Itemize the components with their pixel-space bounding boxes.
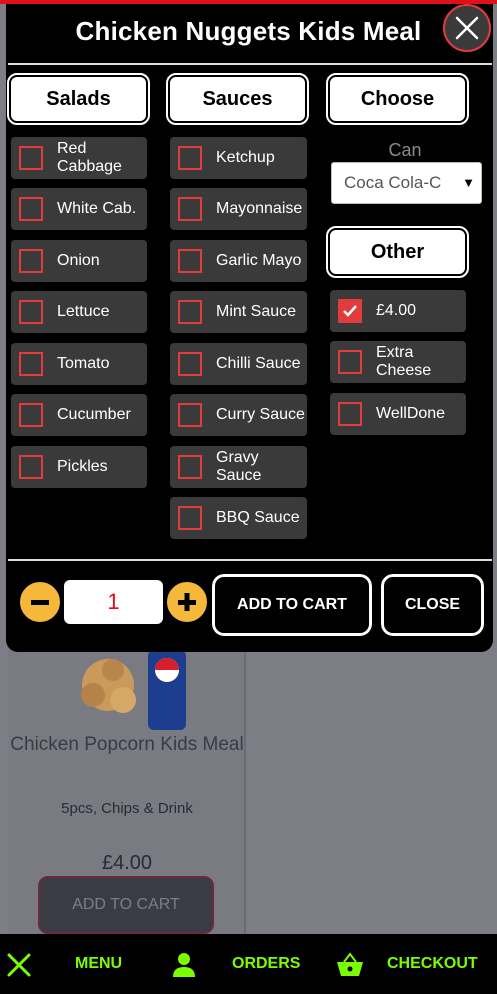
checkbox[interactable] <box>178 146 202 170</box>
checkbox[interactable] <box>338 350 362 374</box>
salad-option[interactable]: Lettuce <box>11 291 147 333</box>
checkbox[interactable] <box>19 300 43 324</box>
close-button[interactable]: CLOSE <box>379 572 486 638</box>
sauce-option[interactable]: Gravy Sauce <box>170 446 307 488</box>
option-label: WellDone <box>376 405 446 422</box>
salad-option[interactable]: Tomato <box>11 343 147 385</box>
can-label: Can <box>388 140 422 160</box>
checkbox[interactable] <box>19 455 43 479</box>
decrease-quantity-button[interactable] <box>18 580 62 624</box>
dropdown-arrow-icon: ▼ <box>462 175 475 190</box>
product-price: £4.00 <box>101 852 153 874</box>
checkbox-checked[interactable] <box>338 299 362 323</box>
increase-quantity-button[interactable] <box>165 580 209 624</box>
salad-option[interactable]: Pickles <box>11 446 147 488</box>
salad-option[interactable]: Red Cabbage <box>11 137 147 179</box>
sauce-option[interactable]: Mint Sauce <box>170 291 307 333</box>
option-label: Pickles <box>57 458 108 475</box>
can-select[interactable]: Coca Cola-C ▼ <box>331 162 482 204</box>
option-label: Mint Sauce <box>216 303 297 320</box>
checkbox[interactable] <box>19 352 43 376</box>
add-to-cart-button[interactable]: ADD TO CART <box>210 572 374 638</box>
other-option[interactable]: £4.00 <box>330 290 466 332</box>
other-option[interactable]: WellDone <box>330 393 466 435</box>
sauce-option[interactable]: BBQ Sauce <box>170 497 307 539</box>
product-title: Chicken Popcorn Kids Meal <box>10 734 244 755</box>
option-label: Garlic Mayo <box>216 252 302 269</box>
other-option[interactable]: Extra Cheese <box>330 341 466 383</box>
product-add-to-cart-button[interactable]: ADD TO CART <box>38 876 214 934</box>
option-label: White Cab. <box>57 200 137 217</box>
option-label: Ketchup <box>216 149 275 166</box>
option-label: Red Cabbage <box>57 140 122 175</box>
nav-orders[interactable]: ORDERS <box>232 934 300 994</box>
nav-checkout[interactable]: CHECKOUT <box>387 934 478 994</box>
category-salads: Salads <box>7 73 150 125</box>
divider <box>8 63 492 65</box>
option-label: Gravy Sauce <box>216 449 262 484</box>
option-label: Tomato <box>57 355 110 372</box>
checkbox[interactable] <box>178 455 202 479</box>
sauce-option[interactable]: Mayonnaise <box>170 188 307 230</box>
option-label: Lettuce <box>57 303 110 320</box>
quantity-input[interactable]: 1 <box>64 580 163 624</box>
user-icon <box>173 953 195 977</box>
sauce-option[interactable]: Garlic Mayo <box>170 240 307 282</box>
checkbox[interactable] <box>19 403 43 427</box>
option-label: Curry Sauce <box>216 406 305 423</box>
modal-close-button[interactable] <box>443 4 491 52</box>
product-image <box>81 650 186 730</box>
checkbox[interactable] <box>19 146 43 170</box>
bottom-nav: MENU ORDERS CHECKOUT <box>0 934 497 994</box>
checkbox[interactable] <box>19 249 43 273</box>
minus-icon <box>31 600 49 605</box>
option-label: Chilli Sauce <box>216 355 301 372</box>
nav-menu[interactable]: MENU <box>75 934 122 994</box>
checkbox[interactable] <box>338 402 362 426</box>
sauce-option[interactable]: Curry Sauce <box>170 394 307 436</box>
divider <box>8 559 492 561</box>
checkbox[interactable] <box>178 506 202 530</box>
plus-icon <box>178 593 196 611</box>
product-description: 5pcs, Chips & Drink <box>61 800 193 817</box>
basket-icon <box>337 952 363 976</box>
sauce-option[interactable]: Ketchup <box>170 137 307 179</box>
fork-knife-icon <box>7 953 31 977</box>
category-sauces: Sauces <box>166 73 309 125</box>
close-icon <box>455 16 479 40</box>
option-label: Extra Cheese <box>376 344 432 379</box>
checkbox[interactable] <box>19 197 43 221</box>
salad-option[interactable]: Cucumber <box>11 394 147 436</box>
salad-option[interactable]: White Cab. <box>11 188 147 230</box>
option-label: BBQ Sauce <box>216 509 300 526</box>
checkbox[interactable] <box>178 197 202 221</box>
checkbox[interactable] <box>178 300 202 324</box>
checkmark-icon <box>343 305 357 317</box>
option-label: £4.00 <box>376 302 417 319</box>
category-other: Other <box>326 226 469 278</box>
category-choose: Choose <box>326 73 469 125</box>
sauce-option[interactable]: Chilli Sauce <box>170 343 307 385</box>
checkbox[interactable] <box>178 403 202 427</box>
option-label: Onion <box>57 252 100 269</box>
checkbox[interactable] <box>178 352 202 376</box>
checkbox[interactable] <box>178 249 202 273</box>
modal-title: Chicken Nuggets Kids Meal <box>75 16 422 46</box>
option-label: Cucumber <box>57 406 131 423</box>
can-select-value: Coca Cola-C <box>344 173 442 192</box>
option-label: Mayonnaise <box>216 200 303 217</box>
salad-option[interactable]: Onion <box>11 240 147 282</box>
